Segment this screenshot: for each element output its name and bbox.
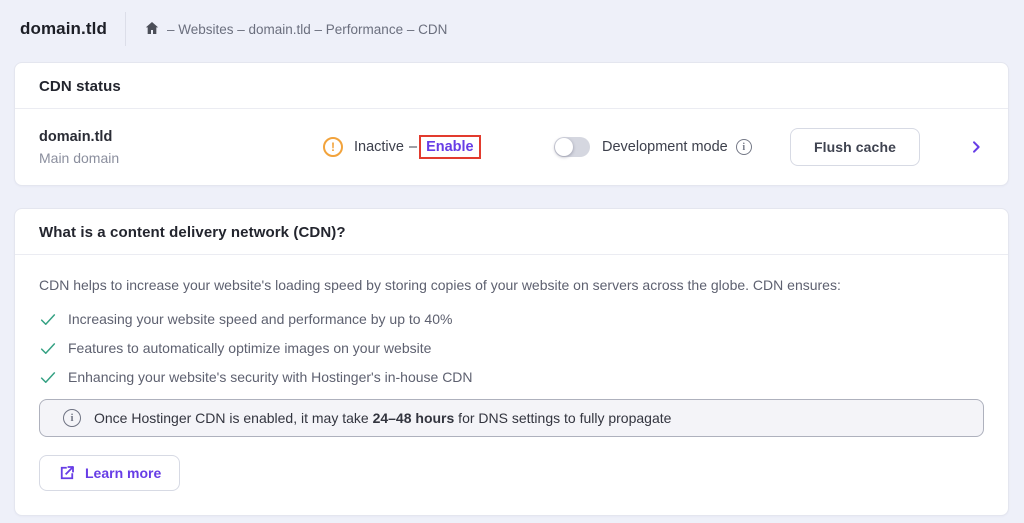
enable-cdn-link[interactable]: Enable xyxy=(426,139,474,155)
cdn-info-body: CDN helps to increase your website's loa… xyxy=(15,255,1008,515)
list-item: Increasing your website speed and perfor… xyxy=(39,310,984,328)
notice-suffix: for DNS settings to fully propagate xyxy=(454,410,671,426)
list-item: Features to automatically optimize image… xyxy=(39,339,984,357)
check-icon xyxy=(39,368,57,386)
development-mode-toggle[interactable] xyxy=(554,137,590,157)
notice-duration: 24–48 hours xyxy=(373,410,455,426)
toggle-knob xyxy=(555,138,573,156)
info-icon: i xyxy=(63,409,81,427)
list-item: Enhancing your website's security with H… xyxy=(39,368,984,386)
notice-text: Once Hostinger CDN is enabled, it may ta… xyxy=(94,410,671,426)
bullet-text: Features to automatically optimize image… xyxy=(68,340,431,356)
check-icon xyxy=(39,339,57,357)
cdn-status-card: CDN status domain.tld Main domain ! Inac… xyxy=(14,62,1009,186)
cdn-benefits-list: Increasing your website speed and perfor… xyxy=(39,310,984,386)
cdn-info-card: What is a content delivery network (CDN)… xyxy=(14,208,1009,516)
flush-cache-button[interactable]: Flush cache xyxy=(790,128,920,166)
status-label: Inactive xyxy=(354,139,404,155)
domain-column: domain.tld Main domain xyxy=(39,129,323,166)
bullet-text: Enhancing your website's security with H… xyxy=(68,369,473,385)
cdn-status-card-header: CDN status xyxy=(15,63,1008,109)
cdn-status-title: CDN status xyxy=(39,78,984,95)
learn-more-label: Learn more xyxy=(85,465,161,481)
check-icon xyxy=(39,310,57,328)
cdn-info-card-header: What is a content delivery network (CDN)… xyxy=(15,209,1008,255)
learn-more-button[interactable]: Learn more xyxy=(39,455,180,491)
breadcrumb: – Websites – domain.tld – Performance – … xyxy=(144,22,447,37)
development-mode-info-icon[interactable]: i xyxy=(736,139,752,155)
development-mode-group: Development mode i xyxy=(554,137,790,157)
domain-name: domain.tld xyxy=(39,129,323,145)
notice-prefix: Once Hostinger CDN is enabled, it may ta… xyxy=(94,410,373,426)
cdn-info-title: What is a content delivery network (CDN)… xyxy=(39,224,984,241)
header-divider xyxy=(125,12,126,46)
domain-type-label: Main domain xyxy=(39,150,323,166)
domain-status-row: domain.tld Main domain ! Inactive – Enab… xyxy=(15,109,1008,185)
chevron-right-icon[interactable] xyxy=(968,139,984,155)
breadcrumb-path: – Websites – domain.tld – Performance – … xyxy=(167,22,447,37)
dns-propagation-notice: i Once Hostinger CDN is enabled, it may … xyxy=(39,399,984,437)
page-header: domain.tld – Websites – domain.tld – Per… xyxy=(0,0,1024,58)
bullet-text: Increasing your website speed and perfor… xyxy=(68,311,452,327)
home-icon[interactable] xyxy=(144,20,160,36)
annotation-highlight-box: Enable xyxy=(419,135,481,159)
site-name: domain.tld xyxy=(20,19,107,39)
external-link-icon xyxy=(58,464,76,482)
cdn-settings-page: domain.tld – Websites – domain.tld – Per… xyxy=(0,0,1024,523)
development-mode-label: Development mode xyxy=(602,139,728,155)
cdn-status-group: ! Inactive – Enable xyxy=(323,135,554,159)
warning-icon: ! xyxy=(323,137,343,157)
status-separator: – xyxy=(409,139,417,155)
cdn-intro-text: CDN helps to increase your website's loa… xyxy=(39,277,984,293)
